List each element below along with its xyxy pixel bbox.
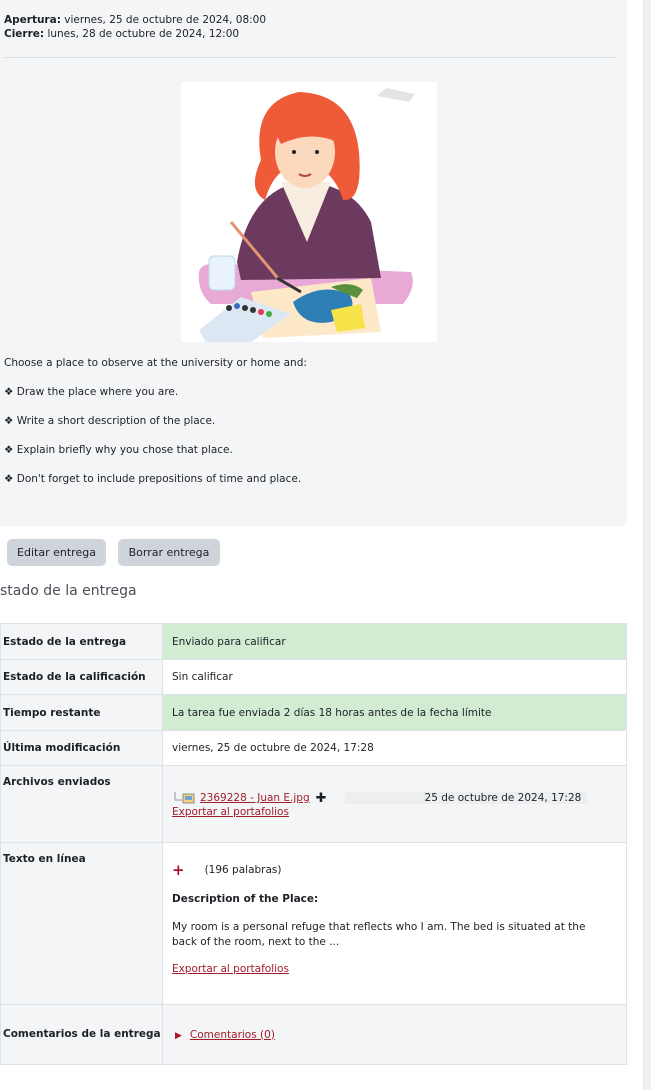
online-text-excerpt: My room is a personal refuge that reflec… xyxy=(172,921,586,948)
expand-plus-icon[interactable]: + xyxy=(172,861,185,879)
submitted-files-label: Archivos enviados xyxy=(0,765,163,843)
table-row: Archivos enviados 2369228 - Juan E.jpg ✚… xyxy=(0,765,627,843)
last-modified-label: Última modificación xyxy=(0,730,163,766)
comments-link[interactable]: Comentarios (0) xyxy=(190,1029,275,1041)
time-remaining-value: La tarea fue enviada 2 días 18 horas ant… xyxy=(162,694,627,731)
status-label: Estado de la entrega xyxy=(0,623,163,660)
opening-date: viernes, 25 de octubre de 2024, 08:00 xyxy=(64,14,267,26)
grading-label: Estado de la calificación xyxy=(0,659,163,695)
table-row: Última modificación viernes, 25 de octub… xyxy=(0,730,627,766)
online-text-cell: + (196 palabras) Description of the Plac… xyxy=(162,842,627,1005)
scrollbar[interactable] xyxy=(643,0,651,1090)
online-text-label: Texto en línea xyxy=(0,842,163,1005)
files-export-wrapper: Exportar al portafolios xyxy=(172,806,626,818)
time-remaining-label: Tiempo restante xyxy=(0,694,163,731)
online-export-wrapper: Exportar al portafolios xyxy=(172,963,626,975)
table-row: Tiempo restante La tarea fue enviada 2 d… xyxy=(0,694,627,731)
edit-submission-button[interactable]: Editar entrega xyxy=(7,539,106,566)
last-modified-value: viernes, 25 de octubre de 2024, 17:28 xyxy=(162,730,627,766)
plus-icon[interactable]: ✚ xyxy=(316,791,327,806)
instruction-item: ❖ Explain briefly why you chose that pla… xyxy=(4,444,233,456)
girl-painting-image xyxy=(198,88,415,342)
file-entry: 2369228 - Juan E.jpg ✚ 25 de octubre de … xyxy=(172,791,626,806)
submitted-files-cell: 2369228 - Juan E.jpg ✚ 25 de octubre de … xyxy=(162,765,627,843)
table-row: Estado de la entrega Enviado para califi… xyxy=(0,623,627,660)
export-portfolio-link[interactable]: Exportar al portafolios xyxy=(172,806,289,818)
image-file-icon xyxy=(172,792,200,804)
table-row: Estado de la calificación Sin calificar xyxy=(0,659,627,695)
submission-status-table: Estado de la entrega Enviado para califi… xyxy=(0,623,627,1065)
closing-label: Cierre: xyxy=(4,28,45,40)
instruction-item: ❖ Write a short description of the place… xyxy=(4,415,216,427)
export-portfolio-link[interactable]: Exportar al portafolios xyxy=(172,963,289,975)
opening-label: Apertura: xyxy=(4,14,61,26)
instruction-item: ❖ Draw the place where you are. xyxy=(4,386,179,398)
submitted-file-link[interactable]: 2369228 - Juan E.jpg xyxy=(200,792,310,804)
caret-right-icon[interactable]: ▶ xyxy=(175,1031,182,1041)
word-count: (196 palabras) xyxy=(204,864,282,876)
submission-status-heading: stado de la entrega xyxy=(0,583,137,599)
divider xyxy=(4,57,615,58)
table-row: Texto en línea + (196 palabras) Descript… xyxy=(0,842,627,1005)
word-count-row: + (196 palabras) xyxy=(172,861,626,879)
instructions-intro: Choose a place to observe at the univers… xyxy=(4,357,307,369)
file-date: 25 de octubre de 2024, 17:28 xyxy=(344,792,588,804)
closing-date: lunes, 28 de octubre de 2024, 12:00 xyxy=(47,28,240,40)
table-row: Comentarios de la entrega ▶ Comentarios (… xyxy=(0,1004,627,1065)
instruction-item: ❖ Don't forget to include prepositions o… xyxy=(4,473,302,485)
submission-comments-cell: ▶ Comentarios (0) xyxy=(162,1004,627,1065)
status-value: Enviado para calificar xyxy=(162,623,627,660)
assignment-dates: Apertura: viernes, 25 de octubre de 2024… xyxy=(4,13,266,41)
delete-submission-button[interactable]: Borrar entrega xyxy=(118,539,220,566)
assignment-intro: Apertura: viernes, 25 de octubre de 2024… xyxy=(0,0,627,526)
grading-value: Sin calificar xyxy=(162,659,627,695)
online-text-heading: Description of the Place: xyxy=(172,893,319,905)
submission-comments-label: Comentarios de la entrega xyxy=(0,1004,163,1065)
assignment-illustration xyxy=(181,82,437,342)
